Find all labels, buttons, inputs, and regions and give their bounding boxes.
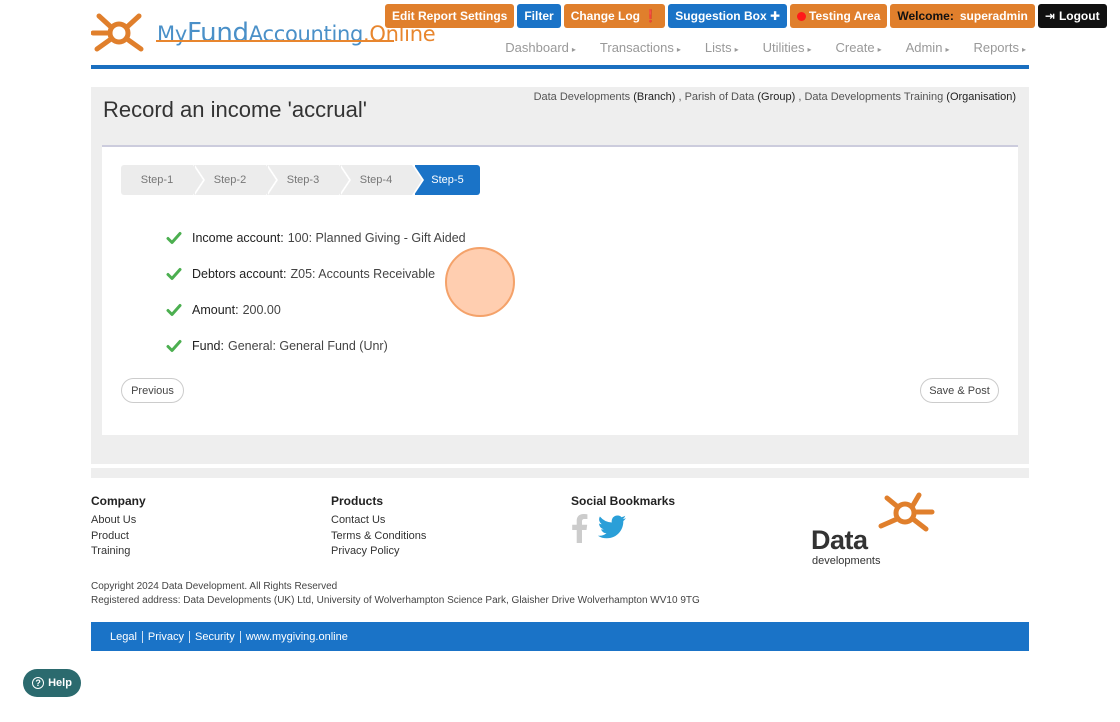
footer-company: Company About Us Product Training (91, 494, 146, 560)
main-panel: Data Developments (Branch) , Parish of D… (91, 87, 1029, 464)
main-nav: Dashboard ▸ Transactions ▸ Lists ▸ Utilitie… (505, 40, 1026, 55)
testing-area-button[interactable]: Testing Area (790, 4, 888, 28)
check-icon (166, 232, 182, 244)
filter-button[interactable]: Filter (517, 4, 561, 28)
footer-link-privacy[interactable]: Privacy Policy (331, 544, 426, 560)
footer-copyright: Copyright 2024 Data Development. All Rig… (91, 581, 700, 606)
wizard-steps: Step-1 Step-2 Step-3 Step-4 Step-5 (121, 165, 481, 195)
nav-caret-icon: ▸ (734, 45, 739, 54)
step-1[interactable]: Step-1 (121, 165, 205, 195)
logo-underline (156, 40, 394, 42)
check-icon (166, 268, 182, 280)
wizard-card: Step-1 Step-2 Step-3 Step-4 Step-5 Incom… (102, 145, 1018, 435)
entity-context: Data Developments (Branch) , Parish of D… (533, 91, 1016, 103)
top-toolbar: Edit Report Settings Filter Change Log ❗… (385, 4, 1107, 28)
summary-list: Income account: 100: Planned Giving - Gif… (166, 220, 466, 364)
footer-link-mygiving[interactable]: www.mygiving.online (239, 630, 353, 643)
summary-income-account: Income account: 100: Planned Giving - Gif… (166, 220, 466, 256)
suggestion-box-button[interactable]: Suggestion Box ✚ (668, 4, 788, 28)
nav-dashboard[interactable]: Dashboard ▸ (505, 40, 576, 55)
footer-link-privacy-bar[interactable]: Privacy (141, 630, 189, 643)
nav-admin[interactable]: Admin ▸ (906, 40, 950, 55)
nav-reports[interactable]: Reports ▸ (973, 40, 1026, 55)
footer-address: Registered address: Data Developments (U… (91, 595, 700, 606)
footer-link-product[interactable]: Product (91, 529, 146, 545)
step-5[interactable]: Step-5 (415, 165, 480, 195)
footer-products-title: Products (331, 494, 384, 508)
footer-social-title: Social Bookmarks (571, 494, 676, 508)
summary-debtors-account: Debtors account: Z05: Accounts Receivable (166, 256, 466, 292)
footer-link-training[interactable]: Training (91, 544, 146, 560)
testing-status-dot (797, 11, 807, 21)
logout-button[interactable]: ⇥ Logout (1037, 4, 1107, 28)
previous-button[interactable]: Previous (121, 378, 184, 403)
nav-caret-icon: ▸ (1021, 45, 1026, 54)
nav-caret-icon: ▸ (877, 45, 882, 54)
page-title: Record an income 'accrual' (103, 97, 367, 122)
footer-products: Products Contact Us Terms & Conditions P… (331, 494, 426, 560)
check-icon (166, 304, 182, 316)
nav-caret-icon: ▸ (676, 45, 681, 54)
welcome-badge[interactable]: Welcome: superadmin (890, 4, 1035, 28)
footer-bottom-bar: Legal Privacy Security www.mygiving.onli… (91, 622, 1029, 651)
divider-strip (91, 468, 1029, 478)
summary-amount: Amount: 200.00 (166, 292, 466, 328)
summary-fund: Fund: General: General Fund (Unr) (166, 328, 466, 364)
nav-caret-icon: ▸ (945, 45, 950, 54)
nav-caret-icon: ▸ (807, 45, 812, 54)
footer-company-title: Company (91, 494, 146, 508)
username: superadmin (959, 9, 1028, 23)
footer-link-legal[interactable]: Legal (110, 631, 142, 643)
footer-link-terms[interactable]: Terms & Conditions (331, 529, 426, 545)
help-icon: ? (32, 677, 45, 689)
click-indicator (445, 247, 515, 317)
footer-link-security[interactable]: Security (188, 630, 240, 643)
save-post-button[interactable]: Save & Post (920, 378, 999, 403)
nav-lists[interactable]: Lists ▸ (705, 40, 739, 55)
header-rule (91, 65, 1029, 69)
nav-create[interactable]: Create ▸ (836, 40, 882, 55)
help-button[interactable]: ? Help (23, 669, 81, 697)
change-log-button[interactable]: Change Log ❗ (563, 4, 666, 28)
facebook-icon[interactable] (571, 513, 589, 543)
nav-transactions[interactable]: Transactions ▸ (600, 40, 681, 55)
nav-caret-icon: ▸ (571, 45, 576, 54)
footer-link-about[interactable]: About Us (91, 513, 146, 529)
edit-report-settings-button[interactable]: Edit Report Settings (385, 4, 515, 28)
twitter-icon[interactable] (597, 515, 627, 541)
footer-link-contact[interactable]: Contact Us (331, 513, 426, 529)
footer-social: Social Bookmarks (571, 494, 675, 543)
logo-star-icon (91, 13, 144, 52)
app-logo[interactable]: MyFundAccounting.Online (91, 12, 436, 54)
logout-icon: ⇥ (1044, 9, 1055, 23)
check-icon (166, 340, 182, 352)
nav-utilities[interactable]: Utilities ▸ (763, 40, 812, 55)
